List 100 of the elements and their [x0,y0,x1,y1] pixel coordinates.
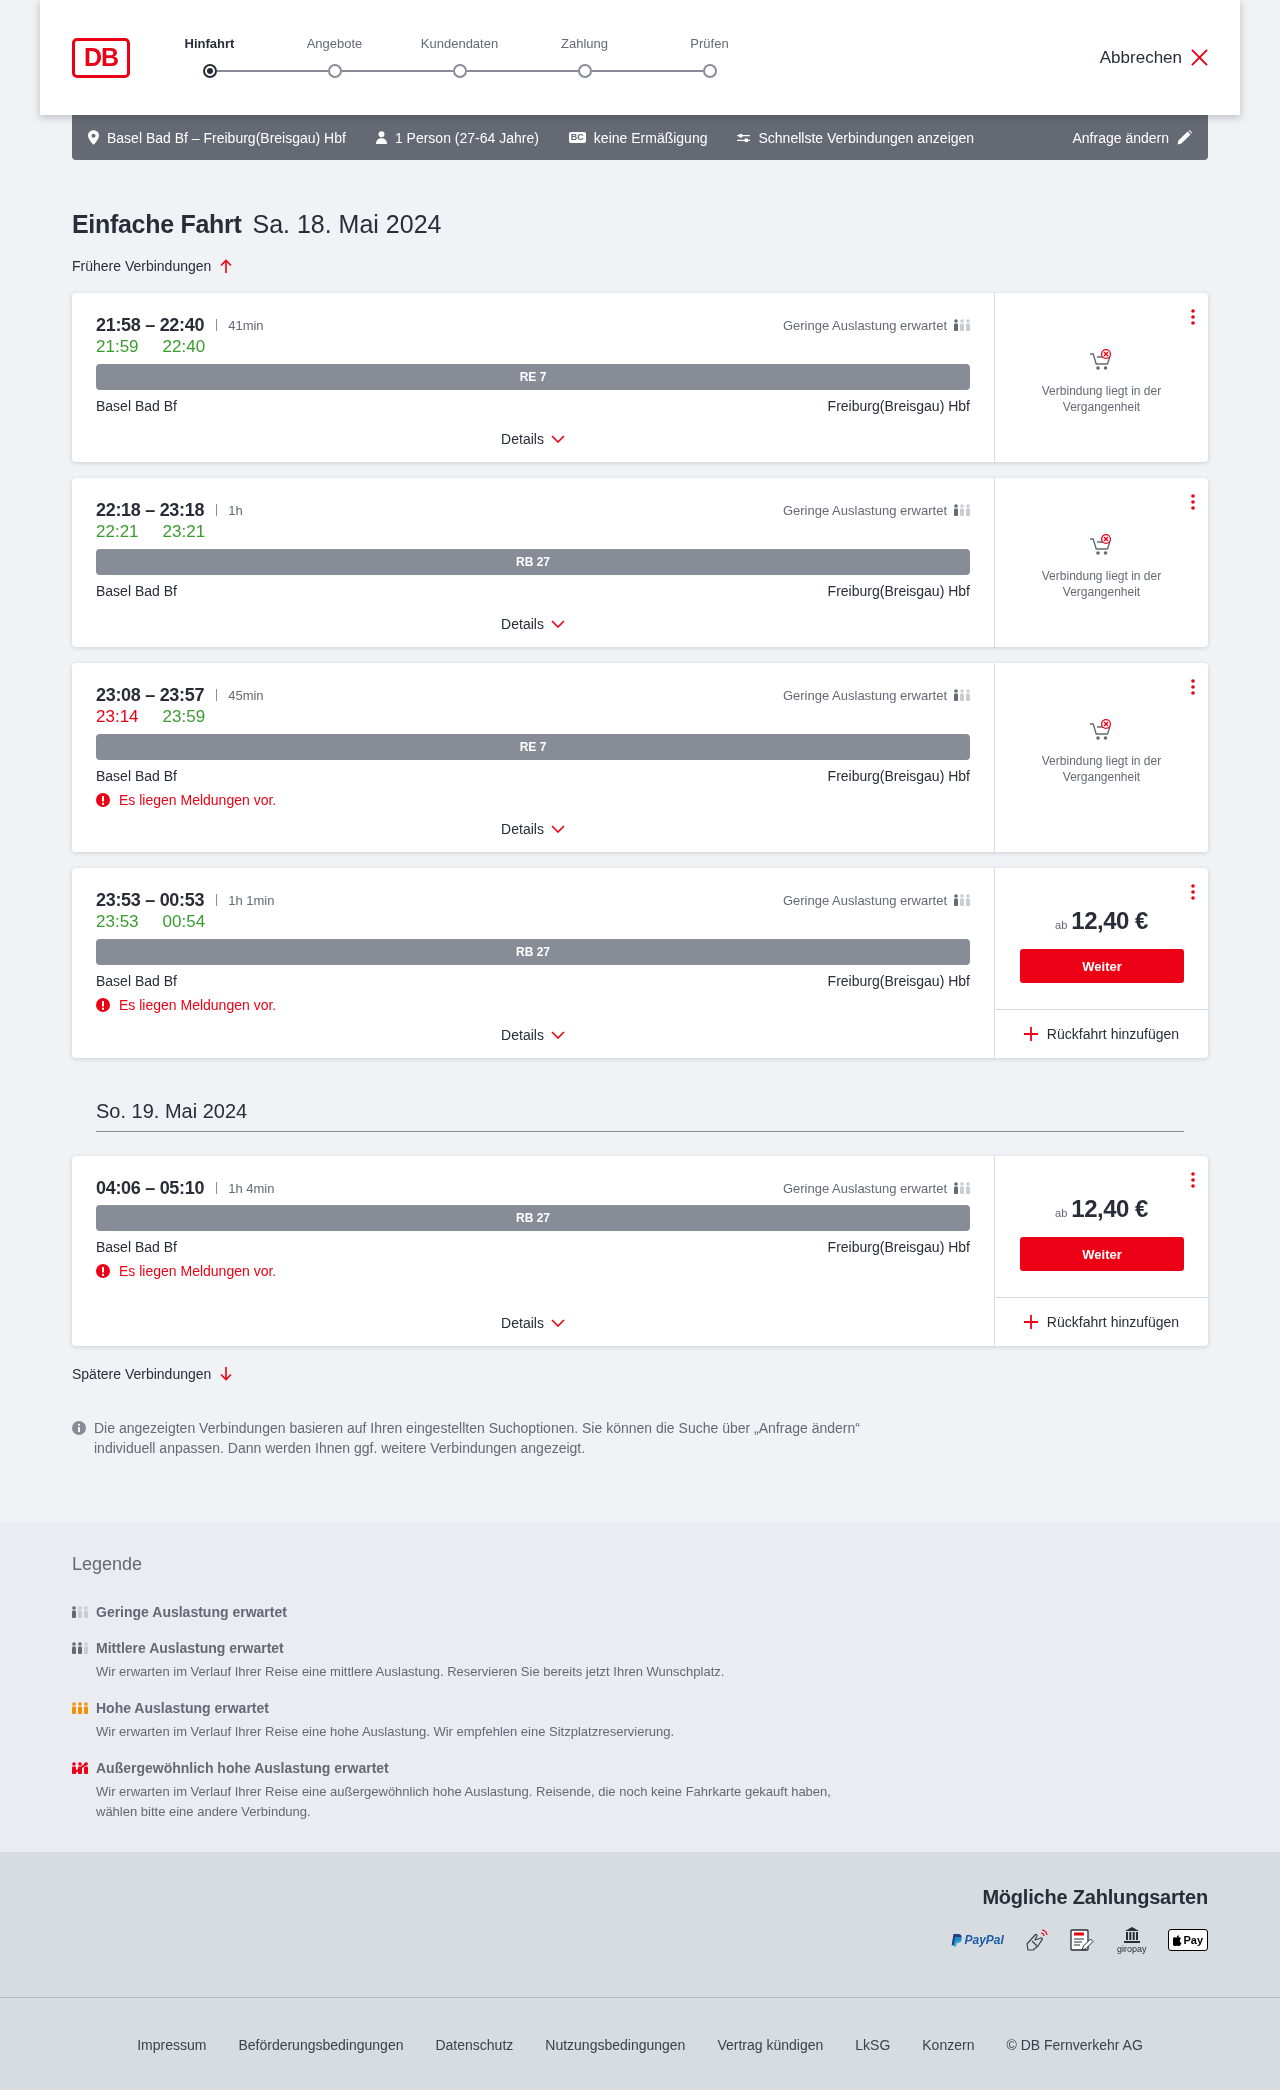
occupancy-icon [72,1642,88,1654]
person-icon [375,131,387,144]
message-text: Es liegen Meldungen vor. [119,1262,277,1281]
more-options-icon[interactable] [1191,494,1195,510]
footer-link[interactable]: LkSG [855,2036,891,2053]
continue-button[interactable]: Weiter [1020,1237,1184,1271]
arrival-station: Freiburg(Breisgau) Hbf [827,972,970,991]
details-button[interactable]: Details [501,429,565,449]
train-segment-bar: RB 27 [96,549,970,575]
details-button[interactable]: Details [501,614,565,634]
message-text: Es liegen Meldungen vor. [119,791,277,810]
trip-type-title: Einfache Fahrt [72,209,242,240]
footer-link[interactable]: Impressum [137,2036,207,2053]
close-icon [1191,49,1208,66]
legend-item-title: Hohe Auslastung erwartet [96,1699,270,1718]
step-label: Zahlung [560,35,609,53]
occupancy-icon [72,1702,88,1714]
train-segment-bar: RB 27 [96,1205,970,1231]
chevron-down-icon [550,825,565,833]
discount-text: keine Ermäßigung [593,129,708,146]
info-icon [72,1421,86,1435]
realtime-text: 23:59 [162,707,206,727]
location-pin-icon [88,130,99,145]
duration-text: 1h 4min [228,1180,275,1196]
details-button[interactable]: Details [501,1025,565,1045]
footer-link[interactable]: Datenschutz [435,2036,514,2053]
paypal-wordmark: PayPal [964,1933,1004,1947]
plus-icon [1023,1315,1038,1329]
footer-link[interactable]: Beförderungsbedingungen [238,2036,404,2053]
payment-title: Mögliche Zahlungsarten [981,1885,1208,1910]
past-connection-text: Verbindung liegt in der Vergangenheit [1040,568,1163,600]
departure-station: Basel Bad Bf [96,767,177,786]
footer-link[interactable]: Konzern [922,2036,975,2053]
footer-link[interactable]: Vertrag kündigen [717,2036,824,2053]
add-return-button[interactable]: Rückfahrt hinzufügen [1023,1026,1180,1042]
later-connections-button[interactable]: Spätere Verbindungen [72,1364,233,1384]
route-text: Basel Bad Bf – Freiburg(Breisgau) Hbf [107,129,346,146]
price-text: 12,40 € [1071,1194,1148,1224]
realtime-text: 23:53 [96,912,139,932]
occupancy-icon [72,1606,88,1618]
occupancy-text: Geringe Auslastung erwartet [782,687,947,703]
pay-label: Pay [1183,1934,1203,1946]
chevron-down-icon [550,1031,565,1039]
traveler-text: 1 Person (27-64 Jahre) [394,129,539,146]
legend-item-title: Mittlere Auslastung erwartet [96,1639,285,1658]
duration-text: 45min [228,687,264,703]
legend-item-text: Wir erwarten im Verlauf Ihrer Reise eine hohe Auslastung. Wir empfehlen eine Sitzplatzreservierung. [96,1723,676,1741]
sliders-icon [737,132,751,143]
earlier-connections-button[interactable]: Frühere Verbindungen [72,256,233,276]
arrival-station: Freiburg(Breisgau) Hbf [827,397,970,416]
step-label: Kundendaten [419,35,500,53]
legend-item-title: Außergewöhnlich hohe Auslastung erwartet [96,1759,390,1778]
more-options-icon[interactable] [1191,1172,1195,1188]
past-connection-text: Verbindung liegt in der Vergangenheit [1040,383,1163,415]
copyright-text: © DB Fernverkehr AG [1006,2036,1143,2053]
more-options-icon[interactable] [1191,309,1195,325]
more-options-icon[interactable] [1191,884,1195,900]
arrow-up-icon [220,259,233,273]
continue-button[interactable]: Weiter [1020,949,1184,983]
time-range: 23:08 – 23:57 [96,684,205,706]
alert-icon [96,998,110,1012]
legend-item-text: Wir erwarten im Verlauf Ihrer Reise eine mittlere Auslastung. Reservieren Sie bereits jetzt Ihren Wunschplatz. [96,1663,726,1681]
time-range: 23:53 – 00:53 [96,889,205,911]
time-range: 22:18 – 23:18 [96,499,205,521]
duration-text: 1h [228,502,243,518]
step-label: Prüfen [689,35,730,53]
details-button[interactable]: Details [501,819,565,839]
departure-station: Basel Bad Bf [96,1238,177,1257]
footer-link[interactable]: Nutzungsbedingungen [545,2036,686,2053]
occupancy-text: Geringe Auslastung erwartet [782,892,947,908]
realtime-text: 22:40 [162,337,206,357]
realtime-text: 23:21 [162,522,206,542]
past-connection-text: Verbindung liegt in der Vergangenheit [1040,753,1163,785]
arrival-station: Freiburg(Breisgau) Hbf [827,582,970,601]
arrival-station: Freiburg(Breisgau) Hbf [827,767,970,786]
plus-icon [1023,1027,1038,1041]
occupancy-icon [954,319,970,331]
cancel-button[interactable]: Abbrechen [1099,47,1208,68]
giropay-wordmark: giropay [1116,1943,1147,1954]
occupancy-icon [954,894,970,906]
details-button[interactable]: Details [501,1313,565,1333]
edit-request-button[interactable]: Anfrage ändern [1072,129,1192,146]
train-segment-bar: RB 27 [96,939,970,965]
alert-icon [96,1264,110,1278]
legend-item-title: Geringe Auslastung erwartet [96,1603,288,1622]
realtime-text: 22:21 [96,522,139,542]
realtime-text: 23:14 [96,707,139,727]
pencil-icon [1177,130,1192,145]
duration-text: 41min [228,317,264,333]
step-label: Hinfahrt [183,35,236,53]
add-return-button[interactable]: Rückfahrt hinzufügen [1023,1314,1180,1330]
db-logo[interactable]: DB [72,37,130,78]
price-prefix: ab [1055,1206,1068,1221]
occupancy-text: Geringe Auslastung erwartet [782,1180,947,1196]
train-segment-bar: RE 7 [96,734,970,760]
occupancy-icon [954,1182,970,1194]
occupancy-icon [954,689,970,701]
departure-station: Basel Bad Bf [96,972,177,991]
occupancy-icon [72,1762,88,1774]
more-options-icon[interactable] [1191,679,1195,695]
